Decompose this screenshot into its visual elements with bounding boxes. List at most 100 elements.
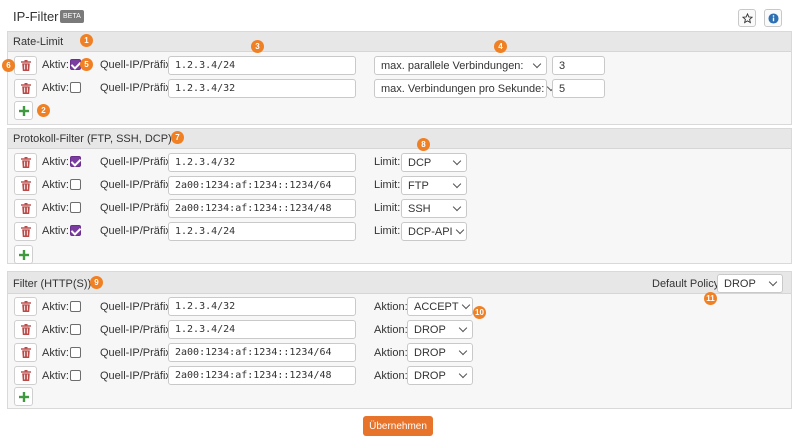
prefix-label: Quell-IP/Präfix:: [100, 324, 174, 336]
action-label: Aktion:: [374, 324, 408, 336]
chevron-down-icon: [452, 156, 462, 166]
plus-icon: [18, 249, 29, 260]
delete-button[interactable]: [14, 56, 37, 75]
prefix-input[interactable]: 2a00:1234:af:1234::1234/48: [168, 199, 356, 218]
add-rule-button[interactable]: [14, 245, 33, 264]
active-checkbox[interactable]: [70, 202, 81, 213]
annotation-badge: 5: [80, 58, 93, 71]
prefix-input[interactable]: 1.2.3.4/24: [168, 222, 356, 241]
add-rule-button[interactable]: [14, 101, 33, 120]
rate-limit-header: [8, 32, 791, 52]
chevron-down-icon: [452, 202, 462, 212]
action-label: Aktion:: [374, 347, 408, 359]
limit-select[interactable]: FTP: [401, 176, 467, 195]
chevron-down-icon: [461, 300, 470, 310]
active-checkbox[interactable]: [70, 82, 81, 93]
rate-limit-title: Rate-Limit: [13, 36, 64, 48]
annotation-badge: 4: [494, 40, 507, 53]
action-value: ACCEPT: [414, 300, 459, 313]
prefix-input[interactable]: 1.2.3.4/24: [168, 56, 356, 75]
prefix-input[interactable]: 1.2.3.4/32: [168, 79, 356, 98]
default-policy-label: Default Policy:: [652, 278, 723, 290]
default-policy-select[interactable]: DROP: [717, 274, 783, 293]
prefix-label: Quell-IP/Präfix:: [100, 301, 174, 313]
action-select[interactable]: DROP: [407, 320, 473, 339]
limit-value: FTP: [408, 179, 429, 192]
chevron-down-icon: [532, 59, 542, 69]
delete-button[interactable]: [14, 366, 37, 385]
delete-button[interactable]: [14, 79, 37, 98]
active-checkbox[interactable]: [70, 370, 81, 381]
active-label: Aktiv:: [42, 59, 69, 71]
limit-value-input[interactable]: 5: [552, 79, 605, 98]
limit-value-input[interactable]: 3: [552, 56, 605, 75]
annotation-badge: 3: [251, 40, 264, 53]
active-checkbox[interactable]: [70, 324, 81, 335]
limit-type-select[interactable]: max. Verbindungen pro Sekunde:: [374, 79, 556, 98]
active-checkbox[interactable]: [70, 301, 81, 312]
annotation-badge: 6: [2, 59, 15, 72]
limit-select[interactable]: DCP: [401, 153, 467, 172]
active-checkbox[interactable]: [70, 156, 81, 167]
chevron-down-icon: [452, 179, 462, 189]
annotation-badge: 7: [171, 131, 184, 144]
annotation-badge: 11: [704, 292, 717, 305]
trash-icon: [20, 157, 31, 168]
prefix-input[interactable]: 1.2.3.4/24: [168, 320, 356, 339]
delete-button[interactable]: [14, 176, 37, 195]
apply-button[interactable]: Übernehmen: [363, 416, 433, 436]
action-value: DROP: [414, 323, 446, 336]
action-label: Aktion:: [374, 370, 408, 382]
trash-icon: [20, 60, 31, 71]
limit-value: SSH: [408, 202, 431, 215]
info-icon: [767, 12, 779, 24]
delete-button[interactable]: [14, 297, 37, 316]
prefix-input[interactable]: 2a00:1234:af:1234::1234/64: [168, 343, 356, 362]
info-button[interactable]: [764, 9, 782, 27]
active-checkbox[interactable]: [70, 225, 81, 236]
beta-badge: BETA: [60, 10, 84, 23]
add-rule-button[interactable]: [14, 387, 33, 406]
prefix-label: Quell-IP/Präfix:: [100, 82, 174, 94]
trash-icon: [20, 324, 31, 335]
action-select[interactable]: DROP: [407, 366, 473, 385]
trash-icon: [20, 370, 31, 381]
prefix-input[interactable]: 2a00:1234:af:1234::1234/48: [168, 366, 356, 385]
active-checkbox[interactable]: [70, 347, 81, 358]
limit-select[interactable]: DCP-API: [401, 222, 467, 241]
star-icon: [741, 12, 753, 24]
action-select[interactable]: ACCEPT: [407, 297, 473, 316]
limit-type-value: max. Verbindungen pro Sekunde:: [381, 82, 545, 95]
action-select[interactable]: DROP: [407, 343, 473, 362]
active-label: Aktiv:: [42, 82, 69, 94]
delete-button[interactable]: [14, 343, 37, 362]
chevron-down-icon: [458, 369, 468, 379]
annotation-badge: 1: [80, 34, 93, 47]
limit-label: Limit:: [374, 225, 401, 237]
page-title: IP-Filter: [13, 9, 59, 24]
trash-icon: [20, 226, 31, 237]
trash-icon: [20, 347, 31, 358]
active-label: Aktiv:: [42, 156, 69, 168]
limit-select[interactable]: SSH: [401, 199, 467, 218]
delete-button[interactable]: [14, 222, 37, 241]
active-label: Aktiv:: [42, 347, 69, 359]
prefix-input[interactable]: 2a00:1234:af:1234::1234/64: [168, 176, 356, 195]
active-checkbox[interactable]: [70, 179, 81, 190]
delete-button[interactable]: [14, 320, 37, 339]
action-label: Aktion:: [374, 301, 408, 313]
favorite-button[interactable]: [738, 9, 756, 27]
http-filter-title: Filter (HTTP(S)): [13, 278, 92, 290]
active-label: Aktiv:: [42, 225, 69, 237]
action-value: DROP: [414, 369, 446, 382]
limit-type-value: max. parallele Verbindungen:: [381, 59, 524, 72]
delete-button[interactable]: [14, 199, 37, 218]
prefix-input[interactable]: 1.2.3.4/32: [168, 153, 356, 172]
delete-button[interactable]: [14, 153, 37, 172]
prefix-label: Quell-IP/Präfix:: [100, 59, 174, 71]
prefix-input[interactable]: 1.2.3.4/32: [168, 297, 356, 316]
limit-type-select[interactable]: max. parallele Verbindungen:: [374, 56, 547, 75]
prefix-label: Quell-IP/Präfix:: [100, 225, 174, 237]
annotation-badge: 9: [90, 276, 103, 289]
limit-value: DCP-API: [408, 225, 453, 238]
